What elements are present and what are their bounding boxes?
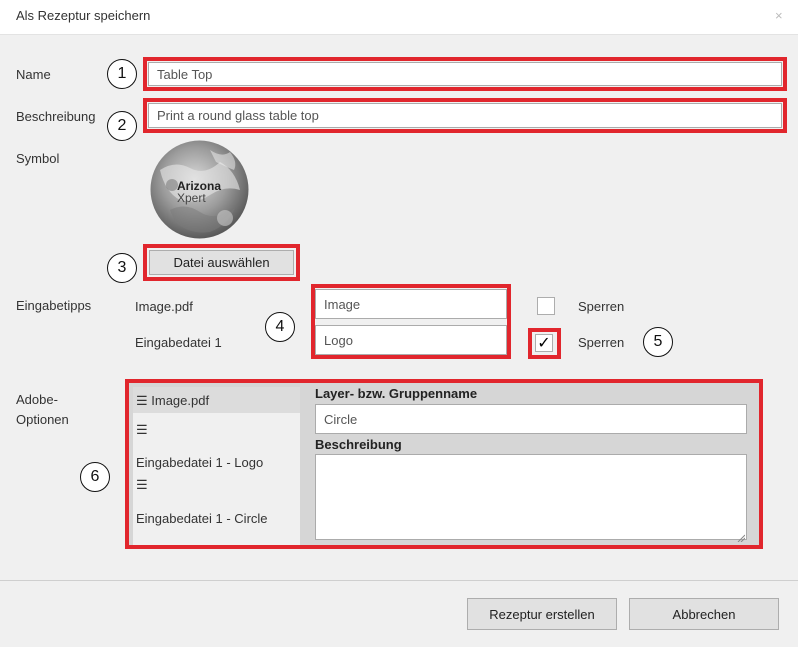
- hint-input-image[interactable]: Image: [315, 289, 507, 319]
- layer-description-textarea[interactable]: [315, 454, 747, 540]
- lock-label-1: Sperren: [578, 299, 625, 314]
- name-label: Name: [16, 67, 51, 82]
- layer-description-label: Beschreibung: [315, 437, 402, 452]
- close-icon[interactable]: ×: [775, 8, 783, 23]
- description-label: Beschreibung: [16, 109, 96, 124]
- lock-checkbox-2[interactable]: ✓: [535, 334, 553, 352]
- cancel-button[interactable]: Abbrechen: [629, 598, 779, 630]
- lock-checkbox-1[interactable]: [537, 297, 555, 315]
- callout-5: 5: [643, 327, 673, 357]
- footer-divider: [0, 580, 798, 581]
- callout-6: 6: [80, 462, 110, 492]
- layer-name-input[interactable]: Circle: [315, 404, 747, 434]
- callout-4: 4: [265, 312, 295, 342]
- adobe-label-line1: Adobe-: [16, 392, 58, 407]
- list-item[interactable]: ☰: [136, 422, 148, 438]
- layer-name-label: Layer- bzw. Gruppenname: [315, 386, 478, 401]
- adobe-label-line2: Optionen: [16, 412, 69, 427]
- hints-label: Eingabetipps: [16, 298, 92, 313]
- list-item[interactable]: Eingabedatei 1 - Circle: [136, 511, 268, 526]
- callout-3: 3: [107, 253, 137, 283]
- list-item[interactable]: ☰ Image.pdf: [136, 393, 209, 409]
- dialog-title: Als Rezeptur speichern: [16, 8, 151, 23]
- hint-file-1: Image.pdf: [135, 299, 193, 314]
- hint-input-logo[interactable]: Logo: [315, 325, 507, 355]
- callout-1: 1: [107, 59, 137, 89]
- list-item[interactable]: ☰: [136, 477, 148, 493]
- list-item[interactable]: Eingabedatei 1 - Logo: [136, 455, 263, 470]
- hint-file-2: Eingabedatei 1: [135, 335, 222, 350]
- create-recipe-button[interactable]: Rezeptur erstellen: [467, 598, 617, 630]
- resize-grip-icon[interactable]: [737, 530, 746, 543]
- name-input[interactable]: Table Top: [148, 62, 782, 86]
- select-file-button[interactable]: Datei auswählen: [149, 250, 294, 275]
- lock-label-2: Sperren: [578, 335, 625, 350]
- description-input[interactable]: Print a round glass table top: [148, 103, 782, 128]
- symbol-label: Symbol: [16, 151, 60, 166]
- callout-2: 2: [107, 111, 137, 141]
- symbol-logo-subtext: Xpert: [177, 191, 206, 205]
